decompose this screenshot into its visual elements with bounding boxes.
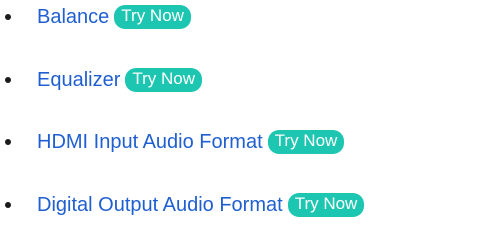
bullet-icon [5, 14, 11, 20]
digital-output-audio-format-link[interactable]: Digital Output Audio Format [37, 191, 283, 219]
list-item-hdmi-input-audio-format: HDMI Input Audio Format Try Now [0, 127, 345, 157]
try-now-button-hdmi-input-audio-format[interactable]: Try Now [267, 130, 345, 154]
try-now-button-balance[interactable]: Try Now [114, 5, 191, 29]
bullet-icon [5, 139, 11, 145]
list-item-balance: Balance Try Now [0, 2, 191, 32]
hdmi-input-audio-format-link[interactable]: HDMI Input Audio Format [37, 128, 263, 156]
bullet-icon [5, 77, 11, 83]
list-item-digital-output-audio-format: Digital Output Audio Format Try Now [0, 190, 365, 220]
try-now-button-equalizer[interactable]: Try Now [125, 68, 203, 92]
equalizer-link[interactable]: Equalizer [37, 66, 120, 94]
balance-link[interactable]: Balance [37, 3, 109, 31]
try-now-button-digital-output-audio-format[interactable]: Try Now [287, 193, 365, 217]
settings-link-list: Balance Try Now Equalizer Try Now HDMI I… [0, 0, 478, 247]
list-item-equalizer: Equalizer Try Now [0, 65, 203, 95]
bullet-icon [5, 202, 11, 208]
